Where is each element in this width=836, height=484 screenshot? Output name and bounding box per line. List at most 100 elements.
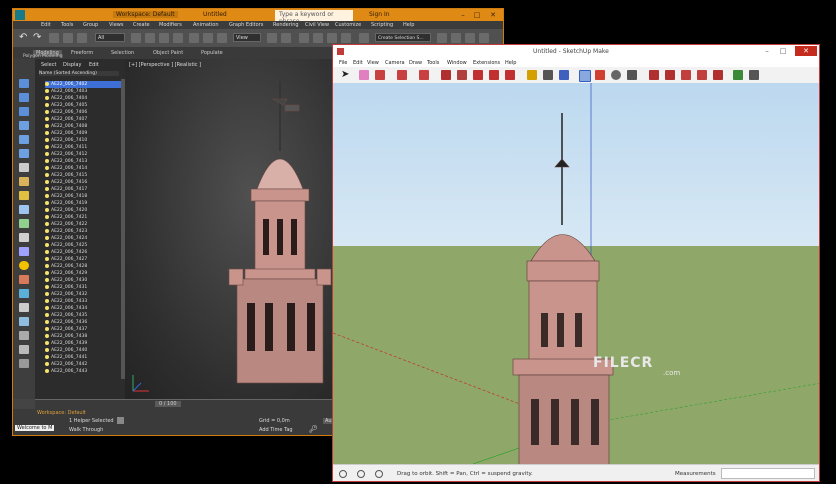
- visibility-bulb-icon[interactable]: [45, 333, 49, 338]
- scene-column-header[interactable]: Name (Sorted Ascending): [39, 71, 119, 76]
- scene-object-row[interactable]: AE22_006_7441: [45, 354, 121, 361]
- orbit-icon[interactable]: [579, 70, 591, 82]
- move-tool-icon[interactable]: [473, 70, 483, 80]
- select-object-icon[interactable]: [131, 33, 141, 43]
- display-shapes-icon[interactable]: [19, 93, 29, 102]
- display-bones-icon[interactable]: [19, 191, 29, 200]
- menu-customize[interactable]: Customize: [335, 22, 361, 28]
- menu-edit[interactable]: Edit: [41, 22, 51, 28]
- scene-object-row[interactable]: AE22_006_7414: [45, 165, 121, 172]
- scene-object-row[interactable]: AE22_006_7426: [45, 249, 121, 256]
- line-pencil-icon[interactable]: [375, 70, 385, 80]
- scene-object-row[interactable]: AE22_006_7421: [45, 214, 121, 221]
- select-by-name-icon[interactable]: [145, 33, 155, 43]
- move-icon[interactable]: [189, 33, 199, 43]
- eraser-icon[interactable]: [359, 70, 369, 80]
- visibility-bulb-icon[interactable]: [45, 165, 49, 170]
- sku-menu-draw[interactable]: Draw: [409, 60, 422, 66]
- visibility-bulb-icon[interactable]: [45, 305, 49, 310]
- align-icon[interactable]: [451, 33, 461, 43]
- sku-menu-window[interactable]: Window: [447, 60, 467, 66]
- scene-object-row[interactable]: AE22_006_7405: [45, 102, 121, 109]
- push-pull-icon[interactable]: [441, 70, 451, 80]
- visibility-bulb-icon[interactable]: [45, 95, 49, 100]
- visibility-bulb-icon[interactable]: [45, 368, 49, 373]
- select-manipulate-icon[interactable]: [281, 33, 291, 43]
- scene-object-row[interactable]: AE22_006_7438: [45, 333, 121, 340]
- undo-icon[interactable]: ↶: [19, 33, 29, 43]
- curve-editor-icon[interactable]: [479, 33, 489, 43]
- percent-snap-icon[interactable]: [327, 33, 337, 43]
- visibility-bulb-icon[interactable]: [45, 158, 49, 163]
- menu-scripting[interactable]: Scripting: [371, 22, 393, 28]
- menu-animation[interactable]: Animation: [193, 22, 219, 28]
- visibility-bulb-icon[interactable]: [45, 123, 49, 128]
- visibility-bulb-icon[interactable]: [45, 172, 49, 177]
- scene-object-row[interactable]: AE22_006_7427: [45, 256, 121, 263]
- 3d-warehouse-icon[interactable]: [649, 70, 659, 80]
- scene-object-row[interactable]: AE22_006_7430: [45, 277, 121, 284]
- menu-rendering[interactable]: Rendering: [273, 22, 299, 28]
- lock-icon[interactable]: [19, 359, 29, 368]
- ribbon-tab-selection[interactable]: Selection: [111, 50, 134, 56]
- sku-menu-file[interactable]: File: [339, 60, 347, 66]
- display-invert-icon[interactable]: [19, 247, 29, 256]
- visibility-bulb-icon[interactable]: [45, 340, 49, 345]
- scene-object-row[interactable]: AE22_006_7443: [45, 368, 121, 375]
- status-maxscript-listener[interactable]: Welcome to M: [15, 425, 55, 431]
- scene-object-row[interactable]: AE22_006_7433: [45, 298, 121, 305]
- edit-named-selection-icon[interactable]: [359, 33, 369, 43]
- menu-views[interactable]: Views: [109, 22, 123, 28]
- visibility-bulb-icon[interactable]: [45, 242, 49, 247]
- ribbon-tab-populate[interactable]: Populate: [201, 50, 223, 56]
- display-none-icon[interactable]: [19, 233, 29, 242]
- menu-graph-editors[interactable]: Graph Editors: [229, 22, 263, 28]
- unlink-icon[interactable]: [63, 33, 73, 43]
- ribbon-tab-object-paint[interactable]: Object Paint: [153, 50, 183, 56]
- scene-object-row[interactable]: AE22_006_7440: [45, 347, 121, 354]
- scene-object-row[interactable]: AE22_006_7428: [45, 263, 121, 270]
- rectangular-selection-icon[interactable]: [159, 33, 169, 43]
- visibility-bulb-icon[interactable]: [45, 298, 49, 303]
- window-crossing-icon[interactable]: [173, 33, 183, 43]
- scene-object-row[interactable]: AE22_006_7436: [45, 319, 121, 326]
- mirror-icon[interactable]: [437, 33, 447, 43]
- visibility-bulb-icon[interactable]: [45, 214, 49, 219]
- bind-space-warp-icon[interactable]: [77, 33, 87, 43]
- scene-object-row[interactable]: AE22_006_7412: [45, 151, 121, 158]
- paint-bucket-icon[interactable]: [559, 70, 569, 80]
- visibility-bulb-icon[interactable]: [45, 88, 49, 93]
- look-around-icon[interactable]: [749, 70, 759, 80]
- scene-tab-display[interactable]: Display: [63, 62, 81, 68]
- display-cameras-icon[interactable]: [19, 121, 29, 130]
- visibility-bulb-icon[interactable]: [45, 109, 49, 114]
- visibility-bulb-icon[interactable]: [45, 179, 49, 184]
- max-workspace-selector[interactable]: Workspace: Default: [113, 11, 178, 18]
- sketchup-viewport[interactable]: [333, 83, 820, 464]
- reference-coordinate-dropdown[interactable]: View: [233, 33, 261, 42]
- credits-icon[interactable]: [357, 470, 365, 478]
- menu-group[interactable]: Group: [83, 22, 98, 28]
- visibility-bulb-icon[interactable]: [45, 207, 49, 212]
- visibility-bulb-icon[interactable]: [45, 193, 49, 198]
- rectangle-icon[interactable]: [419, 70, 429, 80]
- ribbon-tab-freeform[interactable]: Freeform: [71, 50, 93, 56]
- add-time-tag-button[interactable]: Add Time Tag: [259, 427, 293, 433]
- menu-create[interactable]: Create: [133, 22, 150, 28]
- sketchup-logo-icon[interactable]: [337, 48, 344, 55]
- scene-object-row[interactable]: AE22_006_7417: [45, 186, 121, 193]
- rotate-tool-icon[interactable]: [489, 70, 499, 80]
- visibility-bulb-icon[interactable]: [45, 200, 49, 205]
- scene-object-row[interactable]: AE22_006_7419: [45, 200, 121, 207]
- pan-icon[interactable]: [595, 70, 605, 80]
- share-model-icon[interactable]: [665, 70, 675, 80]
- minimize-button[interactable]: –: [457, 10, 469, 20]
- display-helpers-icon[interactable]: [19, 135, 29, 144]
- scene-object-row[interactable]: AE22_006_7425: [45, 242, 121, 249]
- visibility-bulb-icon[interactable]: [45, 319, 49, 324]
- visibility-bulb-icon[interactable]: [45, 186, 49, 191]
- display-lights-icon[interactable]: [19, 107, 29, 116]
- scene-object-row[interactable]: AE22_006_7442: [45, 361, 121, 368]
- sku-menu-view[interactable]: View: [367, 60, 379, 66]
- rotate-icon[interactable]: [203, 33, 213, 43]
